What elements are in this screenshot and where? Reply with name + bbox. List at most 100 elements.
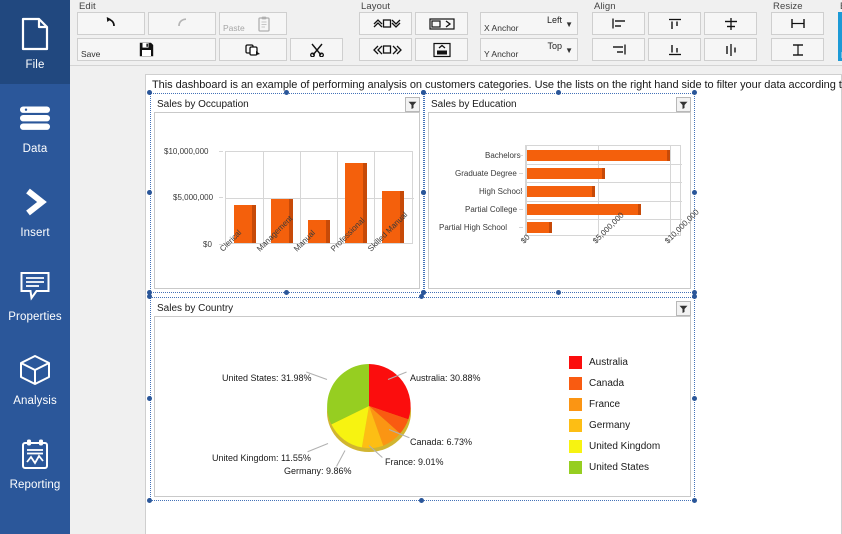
legend-swatch: [569, 461, 582, 474]
move-horizontal-button[interactable]: [359, 38, 412, 61]
move-vertical-icon: [366, 17, 406, 30]
bar-partial-high-school[interactable]: [527, 222, 552, 233]
legend-item-united-states[interactable]: United States: [569, 457, 660, 478]
x-anchor-dropdown[interactable]: X Anchor Left ▼: [480, 12, 578, 35]
ribbon-group-align: Align: [589, 0, 760, 65]
save-button-label: Save: [81, 49, 101, 59]
sidebar-item-data[interactable]: Data: [0, 84, 70, 168]
resize-handle-ne[interactable]: [692, 90, 697, 95]
resize-handle-n[interactable]: [556, 90, 561, 95]
legend-item-canada[interactable]: Canada: [569, 373, 660, 394]
undo-icon: [103, 17, 119, 30]
y-category-label: High School: [479, 187, 523, 196]
resize-handle-s[interactable]: [556, 290, 561, 295]
resize-handle-nw[interactable]: [147, 294, 152, 299]
main-sidebar: File Data Insert Properties Analysis Rep…: [0, 0, 70, 534]
plot-area: [525, 145, 682, 237]
widget-header: Sales by Country: [154, 301, 691, 316]
bar-high-school[interactable]: [527, 186, 595, 197]
ribbon-group-title: Align: [594, 1, 616, 12]
legend-item-france[interactable]: France: [569, 394, 660, 415]
widget-sales-by-education[interactable]: Sales by Education Bachelors Graduate De…: [421, 90, 701, 295]
widget-title: Sales by Education: [431, 99, 517, 110]
resize-handle-nw[interactable]: [147, 90, 152, 95]
ribbon-group-resize: Resize: [768, 0, 827, 65]
axis-tick: [519, 190, 523, 192]
chevron-down-icon: ▼: [565, 20, 573, 29]
resize-handle-n[interactable]: [419, 294, 424, 299]
align-bottom-button[interactable]: [648, 38, 701, 61]
widget-body: $10,000,000 $5,000,000 $0 Clerical Manag…: [154, 112, 420, 289]
filter-icon[interactable]: [405, 97, 420, 112]
gridline: [526, 218, 682, 220]
bar-graduate-degree[interactable]: [527, 168, 605, 179]
paste-button[interactable]: Paste: [219, 12, 287, 35]
widget-sales-by-occupation[interactable]: Sales by Occupation $10,000,000 $5,000,0…: [147, 90, 426, 295]
pie-label-canada: Canada: 6.73%: [410, 437, 473, 447]
widget-title: Sales by Occupation: [157, 99, 249, 110]
pie-slices: [327, 364, 411, 449]
align-right-button[interactable]: [592, 38, 645, 61]
align-top-button[interactable]: [648, 12, 701, 35]
same-width-button[interactable]: [771, 12, 824, 35]
resize-handle-e[interactable]: [692, 396, 697, 401]
resize-handle-n[interactable]: [284, 90, 289, 95]
y-anchor-value: Top: [547, 41, 562, 51]
ribbon-toolbar: Edit Paste Save Layout X Anchor Left ▼ Y…: [70, 0, 842, 66]
gridline: [670, 146, 671, 237]
bring-to-front-button[interactable]: [415, 12, 468, 35]
undo-button[interactable]: [77, 12, 145, 35]
save-button[interactable]: Save: [77, 38, 216, 61]
sidebar-item-label: Analysis: [13, 395, 57, 407]
y-anchor-dropdown[interactable]: Y Anchor Top ▼: [480, 38, 578, 61]
legend-item-united-kingdom[interactable]: United Kingdom: [569, 436, 660, 457]
resize-handle-w[interactable]: [421, 190, 426, 195]
preview-export-button[interactable]: Preview: [838, 12, 842, 61]
resize-handle-ne[interactable]: [692, 294, 697, 299]
dashboard-sheet[interactable]: This dashboard is an example of performi…: [145, 74, 842, 534]
cube-icon: [19, 348, 51, 392]
file-icon: [20, 12, 50, 56]
redo-button[interactable]: [148, 12, 216, 35]
resize-handle-sw[interactable]: [147, 498, 152, 503]
bar-partial-college[interactable]: [527, 204, 641, 215]
sidebar-item-insert[interactable]: Insert: [0, 168, 70, 252]
sidebar-item-reporting[interactable]: Reporting: [0, 420, 70, 504]
sidebar-item-properties[interactable]: Properties: [0, 252, 70, 336]
same-height-button[interactable]: [771, 38, 824, 61]
database-icon: [18, 96, 52, 140]
widget-header: Sales by Occupation: [154, 97, 420, 112]
align-center-horizontal-button[interactable]: [704, 12, 757, 35]
legend-item-australia[interactable]: Australia: [569, 352, 660, 373]
filter-icon[interactable]: [676, 97, 691, 112]
chevron-right-icon: [20, 180, 50, 224]
resize-handle-s[interactable]: [284, 290, 289, 295]
resize-handle-se[interactable]: [692, 498, 697, 503]
align-left-button[interactable]: [592, 12, 645, 35]
move-vertical-button[interactable]: [359, 12, 412, 35]
bar-bachelors[interactable]: [527, 150, 670, 161]
resize-handle-e[interactable]: [692, 190, 697, 195]
sidebar-item-analysis[interactable]: Analysis: [0, 336, 70, 420]
comment-lines-icon: [19, 264, 51, 308]
resize-handle-s[interactable]: [419, 498, 424, 503]
filter-icon[interactable]: [676, 301, 691, 316]
resize-handle-w[interactable]: [147, 190, 152, 195]
design-canvas[interactable]: This dashboard is an example of performi…: [70, 66, 842, 534]
resize-handle-w[interactable]: [147, 396, 152, 401]
copy-button[interactable]: [219, 38, 287, 61]
align-center-vertical-button[interactable]: [704, 38, 757, 61]
sidebar-item-file[interactable]: File: [0, 0, 70, 84]
send-to-back-button[interactable]: [415, 38, 468, 61]
cut-button[interactable]: [290, 38, 343, 61]
widget-sales-by-country[interactable]: Sales by Country Australia: 30.88% Canad…: [147, 294, 697, 503]
y-category-label: Partial High School: [439, 223, 508, 232]
resize-handle-nw[interactable]: [421, 90, 426, 95]
ribbon-group-title: Edit: [79, 1, 96, 12]
pie-chart[interactable]: [325, 362, 413, 454]
pie-label-united-kingdom: United Kingdom: 11.55%: [212, 453, 311, 463]
legend-label: United Kingdom: [589, 441, 661, 452]
legend-item-germany[interactable]: Germany: [569, 415, 660, 436]
axis-tick: [519, 208, 523, 210]
sidebar-item-label: Properties: [8, 311, 62, 323]
